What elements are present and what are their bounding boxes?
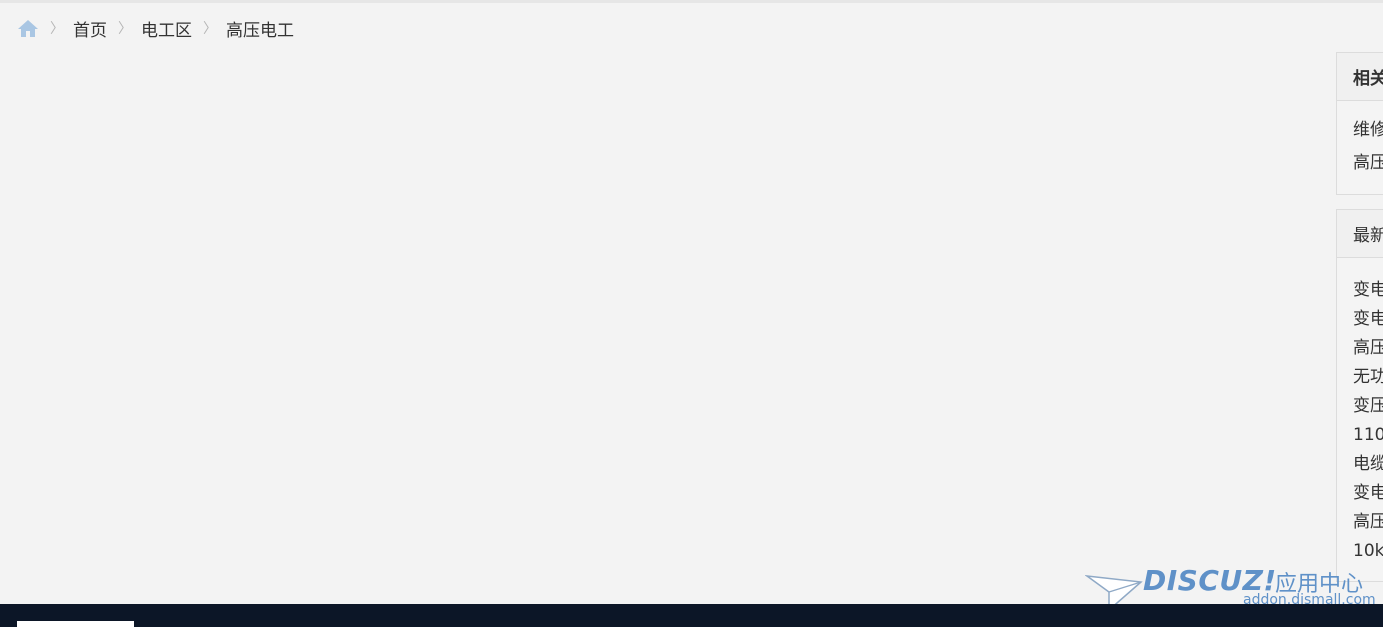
breadcrumb-separator: 〉 (203, 21, 217, 37)
footer (0, 604, 1383, 627)
breadcrumb-link-high-voltage[interactable]: 高压电工 (226, 16, 294, 41)
latest-list: 变电 变电 高压 无功 变压 110 电缆 变电 高压 10k (1337, 258, 1383, 566)
latest-item[interactable]: 变电 (1353, 479, 1383, 508)
breadcrumb: 〉 首页 〉 电工区 〉 高压电工 (17, 16, 294, 41)
footer-logo (17, 621, 134, 627)
breadcrumb-separator: 〉 (118, 21, 132, 37)
latest-box: 最新 变电 变电 高压 无功 变压 110 电缆 变电 高压 10k (1336, 209, 1383, 582)
latest-item[interactable]: 高压 (1353, 508, 1383, 537)
breadcrumb-link-electrician-zone[interactable]: 电工区 (141, 16, 192, 41)
discuz-watermark: DISCUZ! 应用中心 addon.dismall.com (1085, 560, 1383, 610)
latest-item[interactable]: 变压 (1353, 392, 1383, 421)
latest-box-title: 最新 (1337, 210, 1383, 258)
latest-item[interactable]: 变电 (1353, 276, 1383, 305)
home-icon[interactable] (17, 18, 39, 38)
breadcrumb-link-home[interactable]: 首页 (73, 16, 107, 41)
latest-item[interactable]: 变电 (1353, 305, 1383, 334)
top-divider (0, 0, 1383, 3)
related-list: 维修 高压 (1337, 101, 1383, 181)
related-box: 相关 维修 高压 (1336, 52, 1383, 195)
latest-item[interactable]: 无功 (1353, 363, 1383, 392)
latest-item[interactable]: 高压 (1353, 334, 1383, 363)
related-item[interactable]: 维修 (1353, 115, 1383, 148)
related-item[interactable]: 高压 (1353, 148, 1383, 181)
breadcrumb-separator: 〉 (50, 21, 64, 37)
related-box-title: 相关 (1337, 53, 1383, 101)
latest-item[interactable]: 110 (1353, 421, 1383, 450)
latest-item[interactable]: 电缆 (1353, 450, 1383, 479)
